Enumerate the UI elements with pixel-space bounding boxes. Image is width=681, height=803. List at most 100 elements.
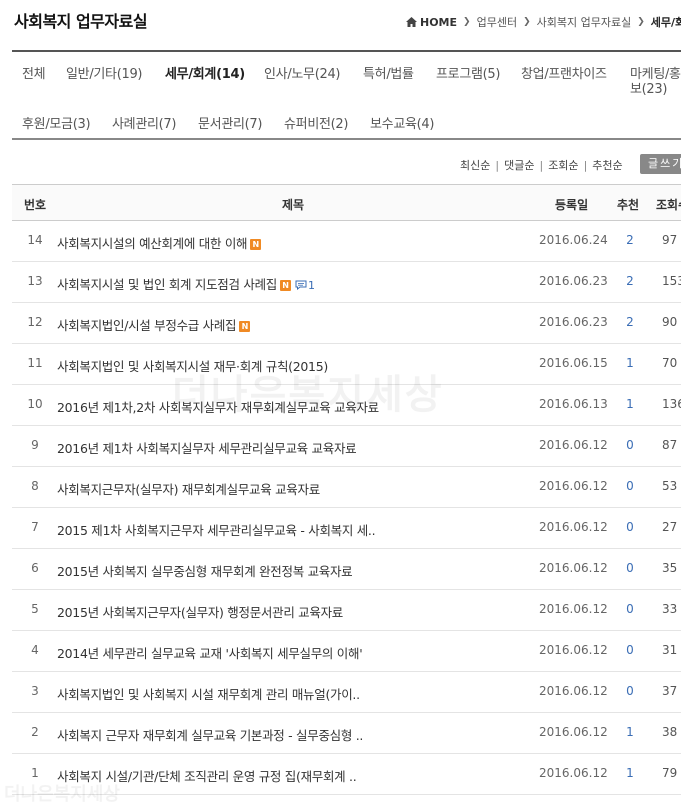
tab-hr-labor[interactable]: 인사/노무(24) [264, 63, 341, 82]
post-view-count: 35 [662, 561, 678, 575]
post-title-text[interactable]: 사회복지 근무자 재무회계 실무교육 기본과정 - 실무중심형 .. [57, 728, 363, 743]
post-title-text[interactable]: 사회복지시설 및 법인 회계 지도점검 사례집 [57, 277, 277, 292]
post-title-text[interactable]: 2015 제1차 사회복지근무자 세무관리실무교육 - 사회복지 세.. [57, 523, 375, 538]
table-row[interactable]: 5 2015년 사회복지근무자(실무자) 행정문서관리 교육자료 2016.06.1… [12, 590, 681, 631]
category-tabs: 전체 일반/기타(19) 세무/회계(14) 인사/노무(24) 특허/법률 프… [12, 52, 681, 138]
post-view-count: 27 [662, 520, 678, 534]
post-title-text[interactable]: 2014년 세무관리 실무교육 교재 '사회복지 세무실무의 이해' [57, 646, 362, 661]
post-title[interactable]: 사회복지근무자(실무자) 재무회계실무교육 교육자료 [57, 479, 320, 498]
post-number: 12 [27, 315, 43, 329]
tab-supervision[interactable]: 슈퍼비전(2) [284, 113, 348, 132]
post-title[interactable]: 2015년 사회복지근무자(실무자) 행정문서관리 교육자료 [57, 602, 343, 621]
post-number: 11 [27, 356, 43, 370]
breadcrumb-item[interactable]: 업무센터 [477, 14, 517, 30]
comment-count[interactable]: 1 [308, 279, 315, 292]
post-title[interactable]: 2015 제1차 사회복지근무자 세무관리실무교육 - 사회복지 세.. [57, 520, 375, 539]
sort-comments[interactable]: 댓글순 [504, 157, 534, 173]
post-date: 2016.06.24 [539, 233, 608, 247]
table-row[interactable]: 7 2015 제1차 사회복지근무자 세무관리실무교육 - 사회복지 세.. 201… [12, 508, 681, 549]
tab-case-management[interactable]: 사례관리(7) [112, 113, 176, 132]
table-row[interactable]: 2 사회복지 근무자 재무회계 실무교육 기본과정 - 실무중심형 .. 2016.… [12, 713, 681, 754]
post-recommend-count: 1 [626, 356, 634, 370]
divider: | [583, 158, 588, 172]
post-title[interactable]: 사회복지시설 및 법인 회계 지도점검 사례집 N 1 [57, 274, 315, 293]
post-date: 2016.06.13 [539, 397, 608, 411]
post-number: 6 [31, 561, 39, 575]
tab-all[interactable]: 전체 [22, 63, 46, 82]
post-title[interactable]: 사회복지법인 및 사회복지시설 재무·회계 규칙(2015) [57, 356, 328, 375]
new-badge-icon: N [279, 280, 291, 291]
post-title[interactable]: 2014년 세무관리 실무교육 교재 '사회복지 세무실무의 이해' [57, 643, 362, 662]
tab-startup[interactable]: 창업/프랜차이즈 [521, 63, 607, 82]
column-header-num: 번호 [24, 198, 47, 212]
post-title-text[interactable]: 사회복지시설의 예산회계에 대한 이해 [57, 236, 248, 251]
table-row[interactable]: 13 사회복지시설 및 법인 회계 지도점검 사례집 N 1 2016.06.23 2 15… [12, 262, 681, 303]
table-row[interactable]: 11 사회복지법인 및 사회복지시설 재무·회계 규칙(2015) 2016.06.… [12, 344, 681, 385]
post-date: 2016.06.15 [539, 356, 608, 370]
table-header: 번호 제목 등록일 추천 조회수 [12, 184, 681, 221]
breadcrumb-home-link[interactable]: HOME [420, 16, 457, 29]
post-title[interactable]: 사회복지시설의 예산회계에 대한 이해 N [57, 233, 262, 252]
tab-program[interactable]: 프로그램(5) [436, 63, 500, 82]
sort-bar: 최신순 | 댓글순 | 조회순 | 추천순 [460, 157, 623, 173]
tab-training[interactable]: 보수교육(4) [370, 113, 434, 132]
table-row[interactable]: 6 2015년 사회복지 실무중심형 재무회계 완전정복 교육자료 2016.06.… [12, 549, 681, 590]
sort-recommend[interactable]: 추천순 [592, 157, 622, 173]
write-button[interactable]: 글쓰기 [640, 154, 681, 174]
post-title-text[interactable]: 2016년 제1차,2차 사회복지실무자 재무회계실무교육 교육자료 [57, 400, 379, 415]
post-title-text[interactable]: 사회복지법인 및 사회복지시설 재무·회계 규칙(2015) [57, 359, 328, 374]
post-title-text[interactable]: 2015년 사회복지 실무중심형 재무회계 완전정복 교육자료 [57, 564, 352, 579]
post-title-text[interactable]: 사회복지법인 및 사회복지 시설 재무회계 관리 매뉴얼(가이.. [57, 687, 360, 702]
divider [12, 138, 681, 140]
tab-tax-accounting[interactable]: 세무/회계(14) [165, 63, 245, 82]
column-header-views: 조회수 [656, 198, 681, 212]
post-title[interactable]: 2016년 제1차,2차 사회복지실무자 재무회계실무교육 교육자료 [57, 397, 379, 416]
sort-latest[interactable]: 최신순 [460, 157, 490, 173]
post-date: 2016.06.12 [539, 684, 608, 698]
tab-patent-law[interactable]: 특허/법률 [363, 63, 414, 82]
table-row[interactable]: 4 2014년 세무관리 실무교육 교재 '사회복지 세무실무의 이해' 2016.… [12, 631, 681, 672]
post-title-text[interactable]: 사회복지 시설/기관/단체 조직관리 운영 규정 집(재무회계 .. [57, 769, 356, 784]
post-recommend-count: 0 [626, 561, 634, 575]
table-row[interactable]: 1 사회복지 시설/기관/단체 조직관리 운영 규정 집(재무회계 .. 2016.… [12, 754, 681, 795]
table-row[interactable]: 9 2016년 제1차 사회복지실무자 세무관리실무교육 교육자료 2016.06.… [12, 426, 681, 467]
post-number: 2 [31, 725, 39, 739]
post-title[interactable]: 사회복지법인/시설 부정수급 사례집 N [57, 315, 251, 334]
post-recommend-count: 1 [626, 725, 634, 739]
post-date: 2016.06.12 [539, 643, 608, 657]
post-title-text[interactable]: 2016년 제1차 사회복지실무자 세무관리실무교육 교육자료 [57, 441, 356, 456]
post-title[interactable]: 사회복지법인 및 사회복지 시설 재무회계 관리 매뉴얼(가이.. [57, 684, 360, 703]
post-view-count: 53 [662, 479, 678, 493]
post-title-text[interactable]: 2015년 사회복지근무자(실무자) 행정문서관리 교육자료 [57, 605, 343, 620]
tab-donation[interactable]: 후원/모금(3) [22, 113, 91, 132]
post-title[interactable]: 사회복지 시설/기관/단체 조직관리 운영 규정 집(재무회계 .. [57, 766, 356, 785]
divider: | [495, 158, 500, 172]
post-number: 5 [31, 602, 39, 616]
table-row[interactable]: 12 사회복지법인/시설 부정수급 사례집 N 2016.06.23 2 90 [12, 303, 681, 344]
chevron-right-icon: ❯ [523, 17, 531, 27]
tab-document[interactable]: 문서관리(7) [198, 113, 262, 132]
post-view-count: 136 [662, 397, 681, 411]
breadcrumb-current: 세무/회계 [650, 16, 681, 29]
table-row[interactable]: 8 사회복지근무자(실무자) 재무회계실무교육 교육자료 2016.06.12 0 53 [12, 467, 681, 508]
post-date: 2016.06.12 [539, 602, 608, 616]
post-title-text[interactable]: 사회복지법인/시설 부정수급 사례집 [57, 318, 237, 333]
post-date: 2016.06.12 [539, 520, 608, 534]
table-row[interactable]: 3 사회복지법인 및 사회복지 시설 재무회계 관리 매뉴얼(가이.. 2016.0… [12, 672, 681, 713]
tab-marketing-cont[interactable]: 보(23) [630, 78, 667, 97]
table-row[interactable]: 14 사회복지시설의 예산회계에 대한 이해 N 2016.06.24 2 97 [12, 221, 681, 262]
post-title[interactable]: 사회복지 근무자 재무회계 실무교육 기본과정 - 실무중심형 .. [57, 725, 363, 744]
breadcrumb-item[interactable]: 사회복지 업무자료실 [537, 14, 632, 30]
post-recommend-count: 0 [626, 520, 634, 534]
post-recommend-count: 0 [626, 602, 634, 616]
new-badge-icon: N [239, 321, 251, 332]
post-title-text[interactable]: 사회복지근무자(실무자) 재무회계실무교육 교육자료 [57, 482, 320, 497]
chevron-right-icon: ❯ [463, 17, 471, 27]
comment-icon [295, 280, 307, 290]
tab-general[interactable]: 일반/기타(19) [66, 63, 143, 82]
table-row[interactable]: 10 2016년 제1차,2차 사회복지실무자 재무회계실무교육 교육자료 2016… [12, 385, 681, 426]
post-date: 2016.06.12 [539, 561, 608, 575]
post-title[interactable]: 2015년 사회복지 실무중심형 재무회계 완전정복 교육자료 [57, 561, 352, 580]
sort-views[interactable]: 조회순 [548, 157, 578, 173]
post-title[interactable]: 2016년 제1차 사회복지실무자 세무관리실무교육 교육자료 [57, 438, 356, 457]
